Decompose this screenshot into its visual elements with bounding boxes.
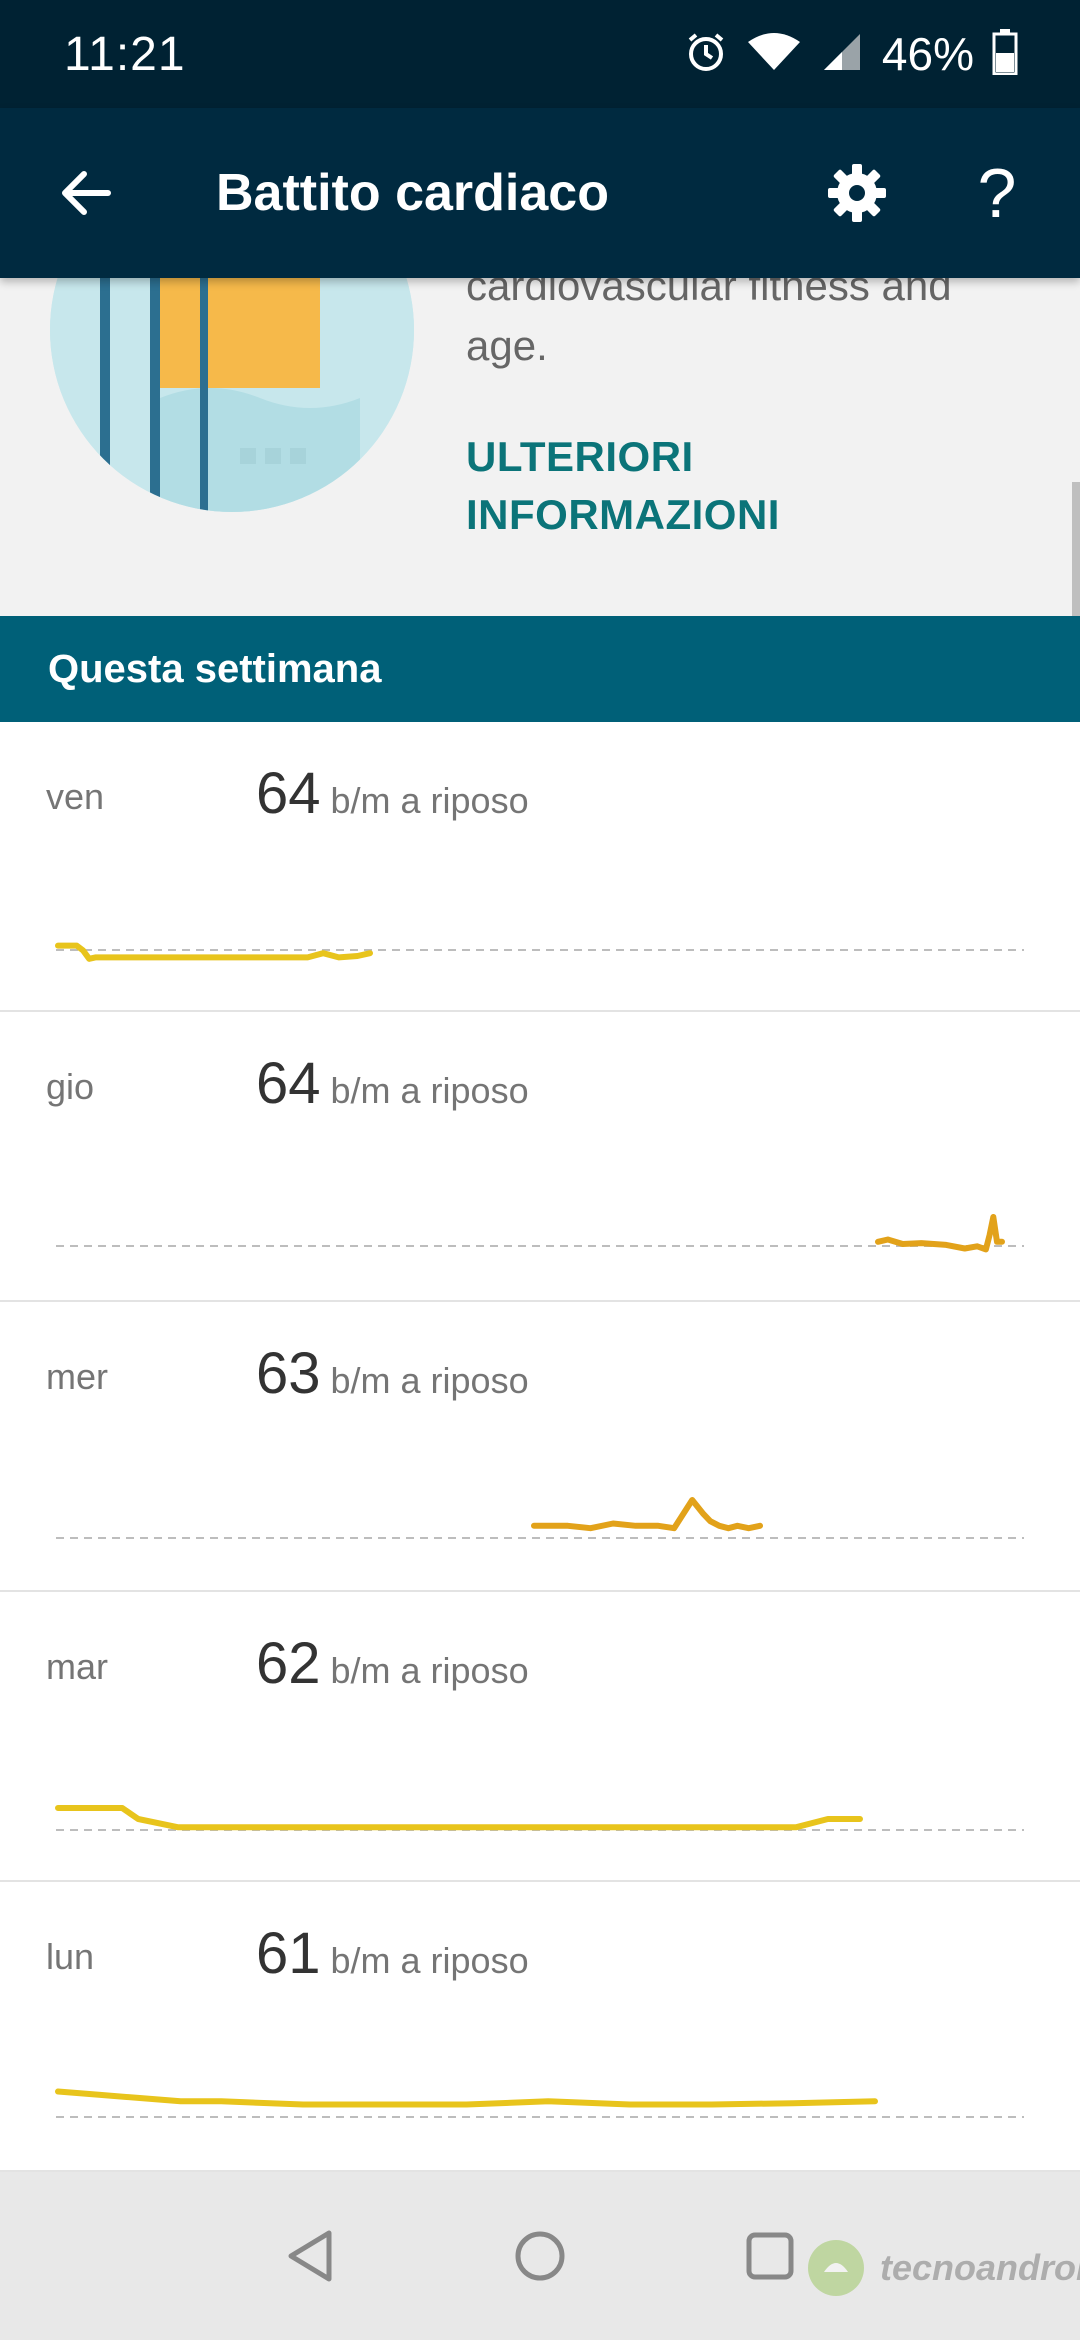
- recents-square-icon: [746, 2232, 794, 2280]
- page-title: Battito cardiaco: [216, 164, 609, 222]
- status-icons: 46%: [684, 27, 1018, 81]
- heart-rate-illustration: [50, 278, 414, 512]
- help-button[interactable]: ?: [954, 150, 1040, 236]
- week-section-header: Questa settimana: [0, 616, 1080, 722]
- hr-sparkline: [56, 1214, 1024, 1253]
- nav-home-button[interactable]: [500, 2216, 580, 2296]
- day-list: ven 64 b/m a riposo gio 64 b/m a riposo me…: [0, 722, 1080, 2172]
- status-time: 11:21: [64, 27, 186, 81]
- app-bar: Battito cardiaco ?: [0, 108, 1080, 278]
- nav-back-button[interactable]: [270, 2216, 350, 2296]
- info-description: cardiovascular fitness and age.: [466, 278, 952, 369]
- back-triangle-icon: [288, 2230, 332, 2282]
- heart-rate-trace: [55, 1805, 863, 1831]
- settings-button[interactable]: [814, 150, 900, 236]
- android-logo-icon: [808, 2240, 864, 2296]
- gear-icon: [828, 164, 886, 222]
- back-button[interactable]: [42, 150, 128, 236]
- day-row-ven[interactable]: ven 64 b/m a riposo: [0, 722, 1080, 1012]
- learn-more-link[interactable]: ULTERIORI INFORMAZIONI: [466, 428, 780, 544]
- battery-icon: [992, 28, 1018, 80]
- hr-sparkline: [55, 942, 1024, 962]
- day-row-mer[interactable]: mer 63 b/m a riposo: [0, 1302, 1080, 1592]
- heart-rate-trace: [55, 942, 373, 962]
- watermark: tecnoandroid: [806, 2238, 1080, 2298]
- day-row-lun[interactable]: lun 61 b/m a riposo: [0, 1882, 1080, 2172]
- info-section: cardiovascular fitness and age. ULTERIOR…: [0, 278, 1080, 616]
- hr-sparkline: [55, 1805, 1024, 1831]
- heart-rate-trace: [875, 1214, 1005, 1253]
- home-circle-icon: [515, 2231, 565, 2281]
- battery-percent: 46%: [881, 28, 974, 80]
- heart-rate-trace: [55, 2088, 878, 2108]
- status-bar: 11:21 46%: [0, 0, 1080, 108]
- signal-icon: [820, 30, 864, 79]
- day-row-gio[interactable]: gio 64 b/m a riposo: [0, 1012, 1080, 1302]
- nav-recents-button[interactable]: [730, 2216, 810, 2296]
- day-row-mar[interactable]: mar 62 b/m a riposo: [0, 1592, 1080, 1882]
- alarm-icon: [684, 30, 728, 79]
- wifi-icon: [746, 30, 802, 79]
- hr-sparkline: [56, 1497, 1024, 1539]
- heart-rate-trace: [531, 1497, 763, 1532]
- arrow-left-icon: [62, 171, 111, 215]
- hr-sparkline: [55, 2088, 1024, 2118]
